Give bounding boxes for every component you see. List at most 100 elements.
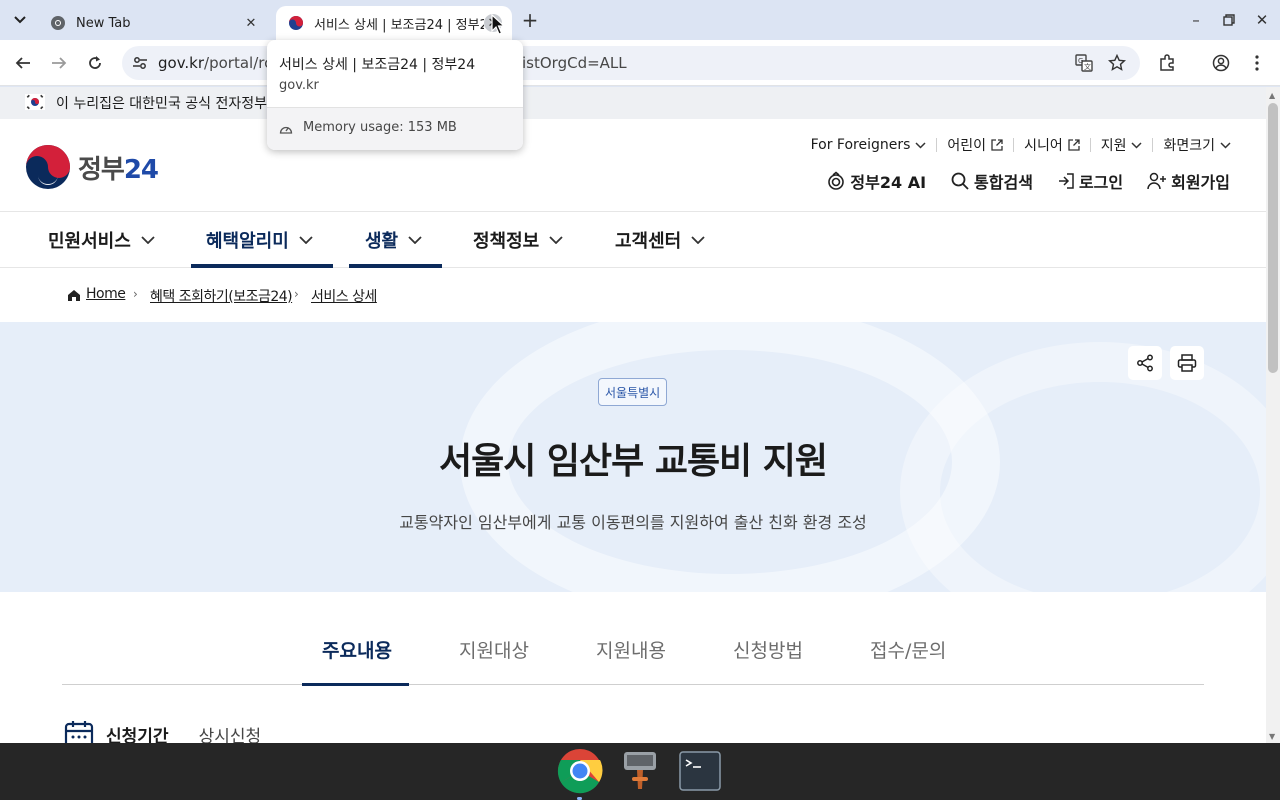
bookmark-button[interactable] (1107, 53, 1127, 73)
chevron-down-icon (14, 16, 26, 24)
site-info-button[interactable] (130, 53, 150, 73)
tab-support-details[interactable]: 지원내용 (596, 636, 666, 663)
gnb-benefits[interactable]: 혜택알리미 (206, 212, 313, 268)
scroll-thumb[interactable] (1268, 103, 1278, 373)
util-kids[interactable]: 어린이 (937, 135, 1013, 155)
external-link-icon (991, 139, 1003, 151)
back-button[interactable] (12, 52, 34, 74)
chevron-down-icon (1131, 141, 1142, 149)
browser-tab-strip: New Tab ✕ 서비스 상세 | 보조금24 | 정부24 ✕ + – ✕ (0, 0, 1280, 40)
print-button[interactable] (1170, 346, 1204, 380)
gnb-civil-service[interactable]: 민원서비스 (48, 212, 155, 268)
tab-title: New Tab (76, 15, 131, 31)
svg-text:G: G (1078, 57, 1083, 65)
util-label: 어린이 (947, 138, 987, 154)
star-icon (1108, 54, 1126, 71)
taskbar-terminal[interactable] (676, 747, 724, 795)
government-emblem-icon (26, 145, 70, 189)
restore-button[interactable] (1219, 10, 1239, 30)
gnb-label: 혜택알리미 (206, 231, 289, 252)
gnb-policy[interactable]: 정책정보 (473, 212, 563, 268)
util-support[interactable]: 지원 (1091, 135, 1153, 155)
gnb-label: 고객센터 (615, 231, 682, 252)
chrome-icon (51, 16, 65, 30)
main-link-label: 로그인 (1078, 173, 1124, 192)
translate-button[interactable]: G文 (1074, 53, 1094, 73)
gnb-label: 생활 (365, 231, 399, 252)
tab-contact[interactable]: 접수/문의 (870, 636, 946, 663)
external-link-icon (1068, 139, 1080, 151)
menu-button[interactable] (1246, 52, 1268, 74)
breadcrumb-home[interactable]: Home (86, 286, 126, 302)
breadcrumb-service-detail[interactable]: 서비스 상세 (311, 286, 377, 306)
mouse-cursor-icon (491, 14, 505, 35)
os-taskbar (0, 743, 1280, 800)
util-screen-size[interactable]: 화면크기 (1153, 135, 1231, 155)
close-icon[interactable]: ✕ (242, 14, 260, 32)
profile-button[interactable] (1210, 52, 1232, 74)
chevron-down-icon (549, 236, 563, 244)
taskbar-app[interactable] (616, 747, 664, 795)
tab-how-to-apply[interactable]: 신청방법 (733, 636, 803, 663)
terminal-icon (679, 751, 721, 791)
korea-flag-icon (25, 94, 45, 110)
util-senior[interactable]: 시니어 (1014, 135, 1090, 155)
application-period-row: 신청기간 상시신청 (64, 719, 261, 743)
forward-arrow-icon (52, 57, 67, 69)
util-label: For Foreigners (810, 137, 911, 153)
share-icon (1137, 354, 1153, 372)
forward-button[interactable] (48, 52, 70, 74)
tab-service-detail[interactable]: 서비스 상세 | 보조금24 | 정부24 ✕ (276, 6, 512, 40)
site-header: 정부24 For Foreigners 어린이 시니어 지원 화면크기 정부24… (0, 119, 1266, 212)
minimize-button[interactable]: – (1186, 10, 1206, 30)
hover-card-memory: Memory usage: 153 MB (303, 120, 457, 135)
signup-icon (1147, 172, 1167, 190)
region-tag: 서울특별시 (598, 378, 668, 406)
page-scrollbar[interactable]: ▲ ▼ (1266, 87, 1280, 743)
period-label: 신청기간 (106, 726, 169, 744)
new-tab-button[interactable]: + (518, 8, 542, 32)
extensions-button[interactable] (1156, 52, 1178, 74)
integrated-search-link[interactable]: 통합검색 (950, 169, 1033, 193)
gov-official-banner[interactable]: 이 누리집은 대한민국 공식 전자정부 (0, 87, 1266, 119)
scroll-up-arrow-icon[interactable]: ▲ (1269, 91, 1275, 100)
tab-search-button[interactable] (6, 7, 34, 33)
share-button[interactable] (1128, 346, 1162, 380)
global-nav: 민원서비스 혜택알리미 생활 정책정보 고객센터 (0, 212, 1266, 268)
tab-main-content[interactable]: 주요내용 (322, 636, 392, 663)
gnb-life[interactable]: 생활 (365, 212, 422, 268)
logo-text: 정부24 (78, 149, 159, 186)
svg-text:文: 文 (1084, 62, 1091, 71)
gnb-label: 민원서비스 (48, 231, 131, 252)
memory-gauge-icon (279, 126, 293, 134)
tune-icon (133, 57, 147, 69)
reload-button[interactable] (84, 52, 106, 74)
gnb-customer-center[interactable]: 고객센터 (615, 212, 705, 268)
back-arrow-icon (15, 57, 30, 69)
signup-link[interactable]: 회원가입 (1147, 169, 1230, 193)
content-tabs: 주요내용 지원대상 지원내용 신청방법 접수/문의 (62, 592, 1204, 686)
util-label: 화면크기 (1163, 138, 1215, 154)
print-icon (1177, 354, 1197, 372)
hover-card-title: 서비스 상세 | 보조금24 | 정부24 (279, 57, 476, 73)
main-link-label: 회원가입 (1171, 173, 1230, 192)
main-link-label: 통합검색 (974, 173, 1033, 192)
util-for-foreigners[interactable]: For Foreigners (801, 137, 937, 153)
tab-eligibility[interactable]: 지원대상 (459, 636, 529, 663)
calendar-icon (64, 721, 94, 743)
gov24-ai-link[interactable]: 정부24 AI (826, 169, 926, 193)
taskbar-chrome[interactable] (556, 747, 604, 795)
browser-toolbar: gov.kr/portal/rc istOrgCd=ALL G文 (0, 40, 1280, 86)
url-path: /portal/rc (204, 54, 273, 72)
period-value: 상시신청 (198, 726, 262, 744)
site-logo[interactable]: 정부24 (24, 143, 159, 191)
tab-new-tab[interactable]: New Tab ✕ (38, 6, 270, 40)
chevron-down-icon (408, 236, 422, 244)
breadcrumb-benefit-search[interactable]: 혜택 조회하기(보조금24) (150, 286, 293, 306)
logo-text-b: 24 (123, 154, 159, 185)
login-link[interactable]: 로그인 (1057, 169, 1123, 193)
util-label: 시니어 (1024, 138, 1063, 154)
close-window-button[interactable]: ✕ (1252, 10, 1272, 30)
scroll-down-arrow-icon[interactable]: ▼ (1269, 732, 1275, 741)
chevron-down-icon (1220, 141, 1231, 149)
